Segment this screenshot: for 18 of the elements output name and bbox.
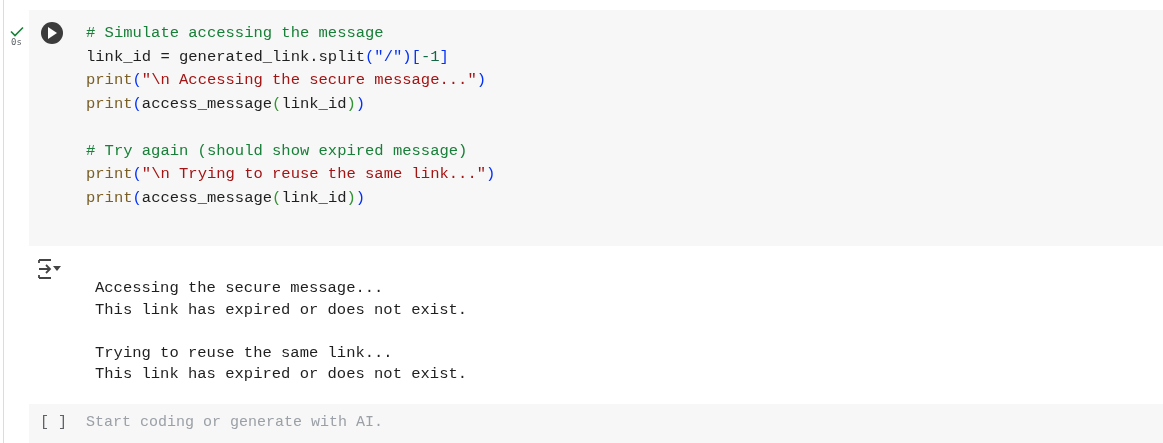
cell-brackets: [ ] (40, 413, 68, 431)
code-line: print("\n Trying to reuse the same link...") (86, 164, 496, 185)
output-line: This link has expired or does not exist. (95, 299, 468, 321)
code-line: print(access_message(link_id)) (86, 93, 367, 115)
code-line: # Try again (should show expired message) (86, 140, 469, 162)
execution-time: 0s (11, 37, 22, 47)
code-line: # Simulate accessing the message (86, 23, 385, 44)
output-toggle-icon[interactable] (38, 258, 62, 280)
output-line: Trying to reuse the same link... (95, 342, 394, 364)
code-line: link_id = generated_link.split("/")[-1] (86, 46, 450, 68)
code-line: print("\n Accessing the secure message...") (86, 70, 487, 91)
cell-placeholder: Start coding or generate with AI. (86, 413, 384, 431)
run-button[interactable] (41, 22, 63, 44)
output-line: Accessing the secure message... (95, 278, 385, 299)
play-icon (47, 27, 57, 39)
empty-code-cell[interactable]: [ ] Start coding or generate with AI. (29, 403, 1163, 443)
code-line: print(access_message(link_id)) (86, 187, 367, 209)
output-line: This link has expired or does not exist. (95, 364, 468, 385)
